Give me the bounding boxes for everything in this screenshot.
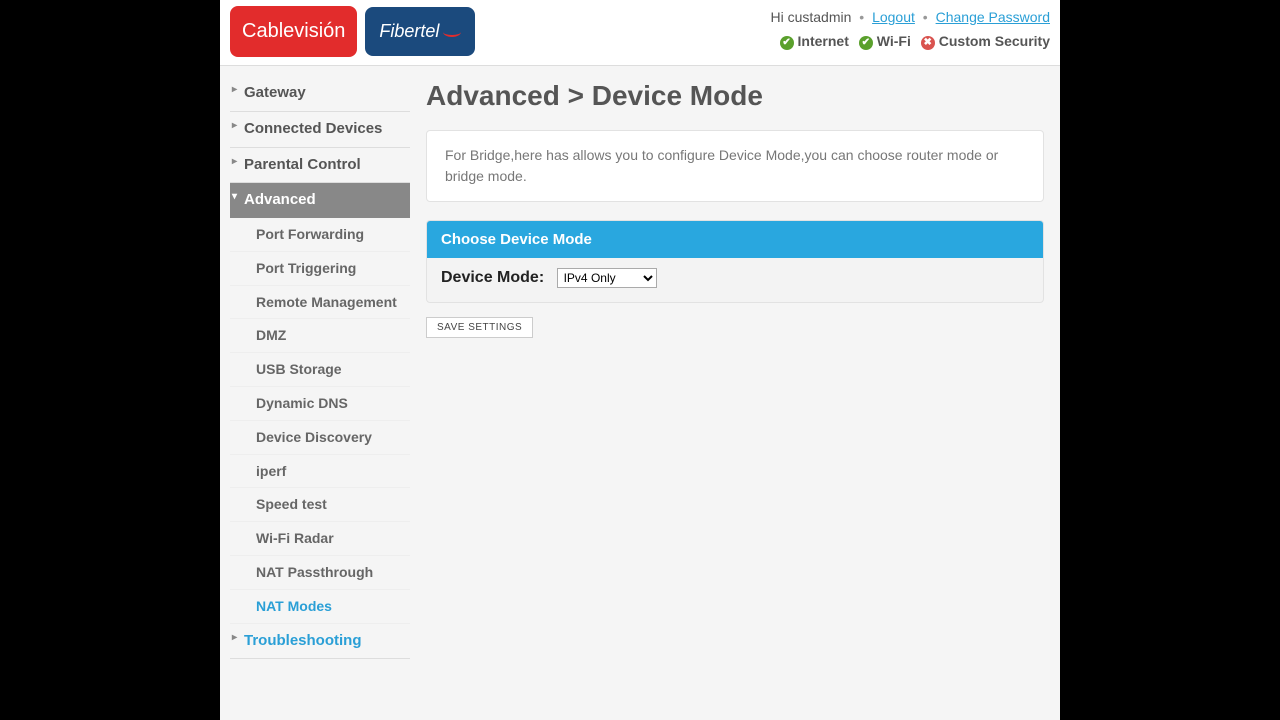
nav-nat-passthrough[interactable]: NAT Passthrough — [230, 556, 410, 590]
nav-iperf[interactable]: iperf — [230, 455, 410, 489]
panel-header: Choose Device Mode — [427, 221, 1043, 258]
nav-wifi-radar[interactable]: Wi-Fi Radar — [230, 522, 410, 556]
device-mode-select[interactable]: IPv4 Only — [557, 268, 657, 288]
status-row: Internet Wi-Fi Custom Security — [770, 30, 1050, 52]
nav-troubleshooting[interactable]: Troubleshooting — [230, 624, 410, 660]
page-title: Advanced > Device Mode — [426, 80, 1044, 112]
nav-connected-devices[interactable]: Connected Devices — [230, 112, 410, 148]
device-mode-label: Device Mode: — [441, 269, 544, 286]
separator: • — [923, 9, 928, 25]
nav-nat-modes[interactable]: NAT Modes — [230, 590, 410, 624]
swoosh-icon — [443, 27, 461, 37]
logo-fibertel-text: Fibertel — [379, 21, 439, 42]
nav-dynamic-dns[interactable]: Dynamic DNS — [230, 387, 410, 421]
nav-port-forwarding[interactable]: Port Forwarding — [230, 218, 410, 252]
sidebar: Gateway Connected Devices Parental Contr… — [230, 76, 410, 659]
status-custom-security: Custom Security — [921, 33, 1050, 49]
nav-remote-management[interactable]: Remote Management — [230, 286, 410, 320]
nav-advanced[interactable]: Advanced — [230, 183, 410, 218]
nav-parental-control[interactable]: Parental Control — [230, 148, 410, 184]
save-settings-button[interactable]: SAVE SETTINGS — [426, 317, 533, 338]
status-internet: Internet — [780, 33, 849, 49]
logout-link[interactable]: Logout — [872, 9, 915, 25]
app-container: Cablevisión Fibertel Hi custadmin • Logo… — [220, 0, 1060, 720]
nav-speed-test[interactable]: Speed test — [230, 488, 410, 522]
separator: • — [859, 9, 864, 25]
logo-cablevision: Cablevisión — [230, 6, 357, 57]
nav-dmz[interactable]: DMZ — [230, 319, 410, 353]
user-row: Hi custadmin • Logout • Change Password — [770, 6, 1050, 28]
change-password-link[interactable]: Change Password — [936, 9, 1050, 25]
header-right: Hi custadmin • Logout • Change Password … — [770, 6, 1050, 53]
logo-fibertel: Fibertel — [365, 7, 475, 56]
nav-device-discovery[interactable]: Device Discovery — [230, 421, 410, 455]
status-wifi: Wi-Fi — [859, 33, 911, 49]
nav-gateway[interactable]: Gateway — [230, 76, 410, 112]
main-content: Advanced > Device Mode For Bridge,here h… — [426, 76, 1050, 659]
nav-port-triggering[interactable]: Port Triggering — [230, 252, 410, 286]
panel-body: Device Mode: IPv4 Only — [427, 258, 1043, 302]
device-mode-panel: Choose Device Mode Device Mode: IPv4 Onl… — [426, 220, 1044, 303]
greeting-text: Hi custadmin — [770, 9, 851, 25]
logo-area: Cablevisión Fibertel — [230, 6, 475, 57]
description-box: For Bridge,here has allows you to config… — [426, 130, 1044, 202]
nav-usb-storage[interactable]: USB Storage — [230, 353, 410, 387]
header: Cablevisión Fibertel Hi custadmin • Logo… — [220, 0, 1060, 66]
body-area: Gateway Connected Devices Parental Contr… — [220, 66, 1060, 659]
